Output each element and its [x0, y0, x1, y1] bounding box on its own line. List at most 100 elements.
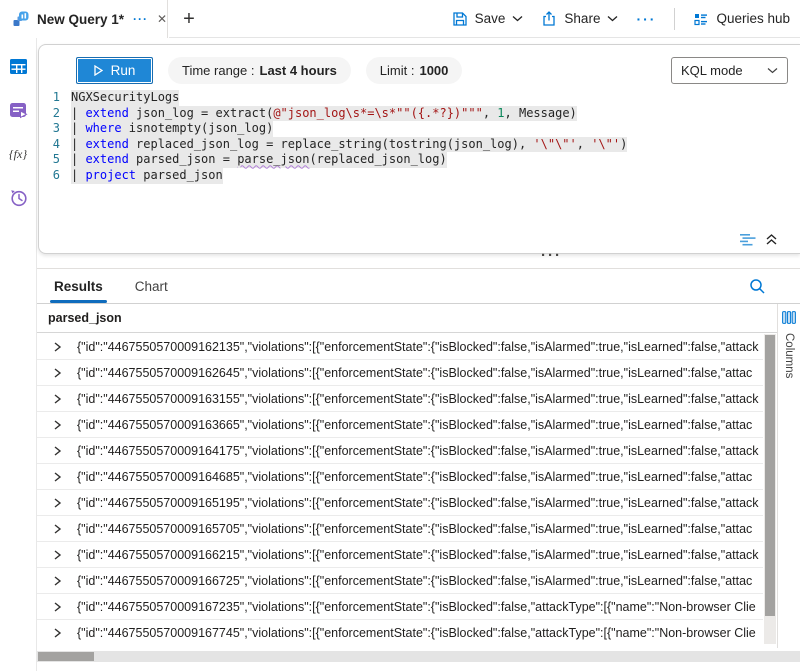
column-header-row[interactable]: parsed_json	[37, 304, 800, 333]
columns-icon	[782, 311, 796, 324]
code-line[interactable]: 4| extend replaced_json_log = replace_st…	[39, 137, 800, 153]
tab-more-icon[interactable]: ···	[133, 12, 148, 26]
table-row[interactable]: {"id":"4467550570009167235","violations"…	[37, 594, 763, 620]
query-editor-panel: Run Time range : Last 4 hours Limit : 10…	[38, 44, 800, 254]
line-number: 4	[39, 137, 71, 153]
time-range-pill[interactable]: Time range : Last 4 hours	[168, 57, 351, 84]
line-number: 1	[39, 90, 71, 106]
expand-row-icon[interactable]	[52, 342, 62, 352]
kql-mode-select[interactable]: KQL mode	[671, 57, 788, 84]
tab-chart-label: Chart	[135, 279, 168, 294]
vertical-scrollbar[interactable]	[764, 334, 776, 644]
expand-row-icon[interactable]	[52, 472, 62, 482]
materialized-views-icon[interactable]	[7, 99, 29, 121]
line-number: 3	[39, 121, 71, 137]
horizontal-scrollbar-thumb[interactable]	[38, 652, 94, 661]
expand-row-icon[interactable]	[52, 602, 62, 612]
expand-row-icon[interactable]	[52, 576, 62, 586]
kql-mode-value: KQL mode	[681, 63, 743, 78]
parsed-json-cell: {"id":"4467550570009162135","violations"…	[77, 340, 759, 354]
parsed-json-cell: {"id":"4467550570009166215","violations"…	[77, 548, 759, 562]
table-row[interactable]: {"id":"4467550570009165195","violations"…	[37, 490, 763, 516]
code-line[interactable]: 6| project parsed_json	[39, 168, 800, 184]
code-line[interactable]: 2| extend json_log = extract(@"json_log\…	[39, 106, 800, 122]
tab-chart[interactable]: Chart	[131, 269, 172, 303]
code-text: NGXSecurityLogs	[71, 90, 179, 106]
table-row[interactable]: {"id":"4467550570009163155","violations"…	[37, 386, 763, 412]
query-tab[interactable]: New Query 1* ··· ✕	[0, 0, 168, 38]
table-row[interactable]: {"id":"4467550570009167745","violations"…	[37, 620, 763, 644]
queries-hub-button[interactable]: Queries hub	[693, 11, 790, 27]
adx-query-icon	[12, 10, 30, 28]
line-number: 2	[39, 106, 71, 122]
table-row[interactable]: {"id":"4467550570009164175","violations"…	[37, 438, 763, 464]
expand-row-icon[interactable]	[52, 628, 62, 638]
run-button[interactable]: Run	[76, 57, 153, 84]
chevron-down-icon	[767, 67, 778, 74]
code-text: | extend json_log = extract(@"json_log\s…	[71, 106, 577, 122]
tabbar-divider	[169, 37, 800, 38]
queries-hub-icon	[693, 11, 709, 27]
code-lines[interactable]: 1NGXSecurityLogs2| extend json_log = ext…	[39, 90, 800, 184]
expand-row-icon[interactable]	[52, 394, 62, 404]
tab-bar: New Query 1* ··· ✕ + Save	[0, 0, 800, 38]
results-panel: Results Chart parsed_json {"id":"4467550…	[37, 268, 800, 671]
column-header-parsed-json: parsed_json	[48, 311, 122, 325]
save-label: Save	[475, 11, 506, 26]
code-line[interactable]: 1NGXSecurityLogs	[39, 90, 800, 106]
vertical-scrollbar-thumb[interactable]	[765, 335, 775, 616]
expand-row-icon[interactable]	[52, 524, 62, 534]
columns-side-panel[interactable]: Columns	[777, 304, 800, 648]
code-text: | extend replaced_json_log = replace_str…	[71, 137, 627, 153]
code-text: | where isnotempty(json_log)	[71, 121, 273, 137]
expand-row-icon[interactable]	[52, 446, 62, 456]
tab-close-icon[interactable]: ✕	[155, 10, 169, 28]
save-icon	[452, 11, 468, 27]
expand-row-icon[interactable]	[52, 550, 62, 560]
queries-hub-label: Queries hub	[716, 11, 790, 26]
run-label: Run	[111, 63, 136, 78]
parsed-json-cell: {"id":"4467550570009166725","violations"…	[77, 574, 752, 588]
query-history-icon[interactable]	[7, 187, 29, 209]
panel-resize-handle[interactable]: ···	[541, 247, 562, 264]
divider	[674, 8, 675, 30]
limit-value: 1000	[419, 63, 448, 78]
save-button[interactable]: Save	[452, 11, 524, 27]
code-text: | extend parsed_json = parse_json(replac…	[71, 152, 447, 168]
share-label: Share	[564, 11, 600, 26]
expand-row-icon[interactable]	[52, 420, 62, 430]
play-icon	[94, 65, 103, 76]
tab-results[interactable]: Results	[50, 269, 107, 303]
tab-title: New Query 1*	[37, 12, 124, 27]
horizontal-scrollbar[interactable]	[37, 651, 800, 662]
results-tab-bar: Results Chart	[37, 269, 800, 304]
share-button[interactable]: Share	[541, 11, 618, 27]
columns-panel-label: Columns	[783, 333, 795, 378]
parsed-json-cell: {"id":"4467550570009163665","violations"…	[77, 418, 752, 432]
more-actions-button[interactable]: ···	[636, 11, 656, 27]
line-number: 5	[39, 152, 71, 168]
functions-icon[interactable]: {fx}	[7, 143, 29, 165]
parsed-json-cell: {"id":"4467550570009164175","violations"…	[77, 444, 759, 458]
table-row[interactable]: {"id":"4467550570009162135","violations"…	[37, 334, 763, 360]
tables-icon[interactable]	[7, 55, 29, 77]
table-row[interactable]: {"id":"4467550570009164685","violations"…	[37, 464, 763, 490]
table-row[interactable]: {"id":"4467550570009162645","violations"…	[37, 360, 763, 386]
expand-row-icon[interactable]	[52, 498, 62, 508]
expand-row-icon[interactable]	[52, 368, 62, 378]
chevron-down-icon	[607, 15, 618, 22]
parsed-json-cell: {"id":"4467550570009165195","violations"…	[77, 496, 759, 510]
collapse-editor-icon[interactable]	[765, 233, 778, 246]
table-row[interactable]: {"id":"4467550570009165705","violations"…	[37, 516, 763, 542]
table-row[interactable]: {"id":"4467550570009163665","violations"…	[37, 412, 763, 438]
editor-toolbar: Run Time range : Last 4 hours Limit : 10…	[39, 45, 800, 85]
limit-pill[interactable]: Limit : 1000	[366, 57, 463, 84]
table-row[interactable]: {"id":"4467550570009166215","violations"…	[37, 542, 763, 568]
code-line[interactable]: 5| extend parsed_json = parse_json(repla…	[39, 152, 800, 168]
table-row[interactable]: {"id":"4467550570009166725","violations"…	[37, 568, 763, 594]
new-tab-button[interactable]: +	[176, 6, 202, 32]
code-line[interactable]: 3| where isnotempty(json_log)	[39, 121, 800, 137]
top-actions: Save Share ···	[452, 0, 790, 37]
format-query-icon[interactable]	[740, 233, 756, 246]
search-icon[interactable]	[749, 278, 766, 295]
